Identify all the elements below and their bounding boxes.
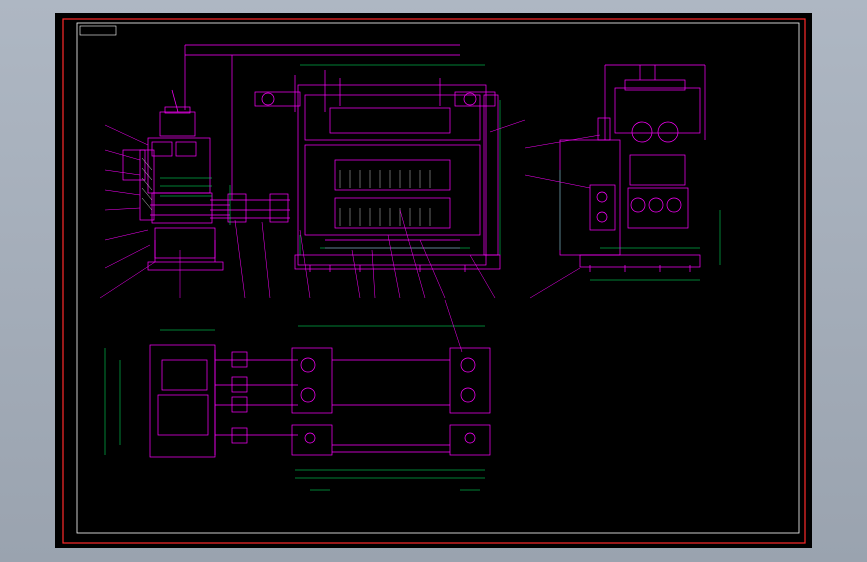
model-space (55, 13, 812, 548)
cad-viewport[interactable] (0, 0, 867, 562)
cad-drawing-sheet[interactable] (0, 0, 867, 562)
